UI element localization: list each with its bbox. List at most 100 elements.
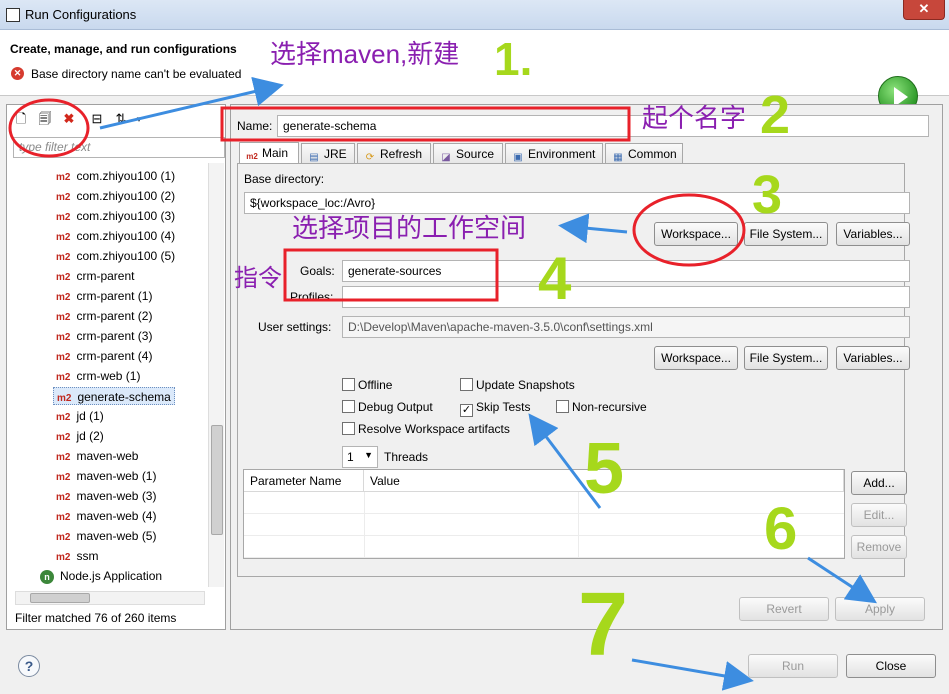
filter-config-icon[interactable]: ⇅	[113, 111, 129, 127]
tree-item[interactable]: m2 com.zhiyou100 (4)	[53, 227, 178, 245]
tree-item[interactable]: m2 crm-web (1)	[53, 367, 143, 385]
name-input[interactable]: generate-schema	[277, 115, 929, 137]
profiles-input[interactable]	[342, 286, 910, 308]
table-row[interactable]	[244, 514, 844, 536]
tree-item[interactable]: m2 crm-parent (1)	[53, 287, 155, 305]
checkbox-box[interactable]	[342, 400, 355, 413]
app-icon	[6, 8, 20, 22]
column-header-parameter-name[interactable]: Parameter Name	[244, 470, 364, 492]
debug-output-checkbox[interactable]: Debug Output	[342, 400, 433, 414]
parameters-table[interactable]: Parameter Name Value	[243, 469, 845, 559]
tree-item[interactable]: m2 crm-parent	[53, 267, 137, 285]
settings-file-system-button[interactable]: File System...	[744, 346, 828, 370]
nodejs-icon: n	[40, 570, 54, 584]
annotation-step2-number: 2	[760, 85, 791, 145]
tree-item[interactable]: m2 generate-schema	[53, 387, 175, 405]
resolve-workspace-checkbox[interactable]: Resolve Workspace artifacts	[342, 422, 510, 436]
tree-item-label: maven-web	[76, 449, 139, 463]
skip-tests-checkbox[interactable]: ✓ Skip Tests	[460, 400, 530, 417]
checkbox-box[interactable]	[342, 378, 355, 391]
name-label: Name:	[237, 119, 273, 133]
delete-config-icon[interactable]: ✖	[61, 111, 77, 127]
offline-checkbox[interactable]: Offline	[342, 378, 392, 392]
tab-main[interactable]: m2 Main	[239, 142, 299, 165]
tree-item[interactable]: m2 com.zhiyou100 (5)	[53, 247, 178, 265]
goals-input[interactable]: generate-sources	[342, 260, 910, 282]
filter-status: Filter matched 76 of 260 items	[15, 611, 177, 625]
maven-icon: m2	[246, 152, 258, 161]
tree-horizontal-scrollbar[interactable]	[15, 591, 205, 605]
tab-refresh[interactable]: ⟳ Refresh	[357, 143, 431, 164]
tab-source[interactable]: ◪ Source	[433, 143, 503, 164]
tree-item[interactable]: m2 maven-web	[53, 447, 141, 465]
tree-item[interactable]: m2 jd (2)	[53, 427, 107, 445]
maven-icon: m2	[57, 393, 72, 404]
tree-item-label: maven-web (1)	[76, 469, 157, 483]
help-icon[interactable]: ?	[18, 655, 40, 677]
maven-icon: m2	[56, 512, 71, 523]
view-menu-chevron-icon[interactable]: ▾	[131, 111, 147, 127]
tree-item[interactable]: m2 crm-parent (2)	[53, 307, 155, 325]
checkmark-icon[interactable]: ✓	[460, 404, 473, 417]
non-recursive-checkbox[interactable]: Non-recursive	[556, 400, 647, 414]
filter-input[interactable]: type filter text	[13, 137, 225, 158]
tab-common[interactable]: ▦ Common	[605, 143, 683, 164]
tree-item[interactable]: m2 com.zhiyou100 (2)	[53, 187, 178, 205]
tab-jre[interactable]: ▤ JRE	[301, 143, 355, 164]
close-button[interactable]: Close	[846, 654, 936, 678]
table-row[interactable]	[244, 536, 844, 558]
tree-item[interactable]: m2 com.zhiyou100 (3)	[53, 207, 178, 225]
checkbox-box[interactable]	[342, 422, 355, 435]
chevron-down-icon: ▼	[364, 450, 373, 460]
new-config-icon[interactable]: 🗋	[13, 111, 29, 127]
update-snapshots-checkbox[interactable]: Update Snapshots	[460, 378, 575, 392]
tree-item-label: jd (1)	[76, 409, 104, 423]
run-button[interactable]: Run	[748, 654, 838, 678]
error-message: Base directory name can't be evaluated	[31, 67, 242, 81]
maven-icon: m2	[56, 332, 71, 343]
tree-vertical-scrollbar[interactable]	[208, 163, 224, 587]
maven-icon: m2	[56, 472, 71, 483]
tree-item[interactable]: m2 crm-parent (4)	[53, 347, 155, 365]
add-parameter-button[interactable]: Add...	[851, 471, 907, 495]
table-row[interactable]	[244, 492, 844, 514]
annotation-step7-number: 7	[578, 575, 629, 675]
annotation-step3-text: 选择项目的工作空间	[292, 213, 527, 243]
threads-label: Threads	[384, 450, 429, 464]
tree-item-label: com.zhiyou100 (3)	[76, 209, 176, 223]
config-tree[interactable]: m2 com.zhiyou100 (1) m2 com.zhiyou100 (2) m2…	[7, 163, 207, 587]
remove-parameter-button[interactable]: Remove	[851, 535, 907, 559]
collapse-all-icon[interactable]: ⊟	[89, 111, 105, 127]
checkbox-box[interactable]	[460, 378, 473, 391]
tree-item[interactable]: m2 maven-web (3)	[53, 487, 159, 505]
revert-button[interactable]: Revert	[739, 597, 829, 621]
tree-item-label: crm-parent (1)	[76, 289, 153, 303]
tree-item[interactable]: m2 maven-web (4)	[53, 507, 159, 525]
checkbox-box[interactable]	[556, 400, 569, 413]
annotation-step4-number: 4	[538, 245, 572, 312]
tree-item-label: com.zhiyou100 (4)	[76, 229, 176, 243]
tree-item[interactable]: m2 com.zhiyou100 (1)	[53, 167, 178, 185]
settings-variables-button[interactable]: Variables...	[836, 346, 910, 370]
tree-item[interactable]: m2 ssm	[53, 547, 101, 565]
settings-workspace-button[interactable]: Workspace...	[654, 346, 738, 370]
scroll-thumb[interactable]	[30, 593, 90, 603]
tree-item-label: ssm	[76, 549, 99, 563]
annotation-arrow	[631, 658, 754, 691]
tree-item[interactable]: m2 jd (1)	[53, 407, 107, 425]
threads-select[interactable]: 1 ▼	[342, 446, 378, 468]
tree-item-label: Node.js Application	[60, 569, 163, 583]
duplicate-config-icon[interactable]: 🗐	[37, 111, 53, 127]
window-close-button[interactable]: ✕	[903, 0, 945, 20]
tree-item[interactable]: m2 maven-web (1)	[53, 467, 159, 485]
workspace-button[interactable]: Workspace...	[654, 222, 738, 246]
user-settings-input[interactable]: D:\Develop\Maven\apache-maven-3.5.0\conf…	[342, 316, 910, 338]
tab-environment[interactable]: ▣ Environment	[505, 143, 603, 164]
apply-button[interactable]: Apply	[835, 597, 925, 621]
edit-parameter-button[interactable]: Edit...	[851, 503, 907, 527]
variables-button[interactable]: Variables...	[836, 222, 910, 246]
scroll-thumb[interactable]	[211, 425, 223, 535]
tree-item[interactable]: m2 maven-web (5)	[53, 527, 159, 545]
tree-item[interactable]: n Node.js Application	[37, 567, 165, 585]
tree-item[interactable]: m2 crm-parent (3)	[53, 327, 155, 345]
